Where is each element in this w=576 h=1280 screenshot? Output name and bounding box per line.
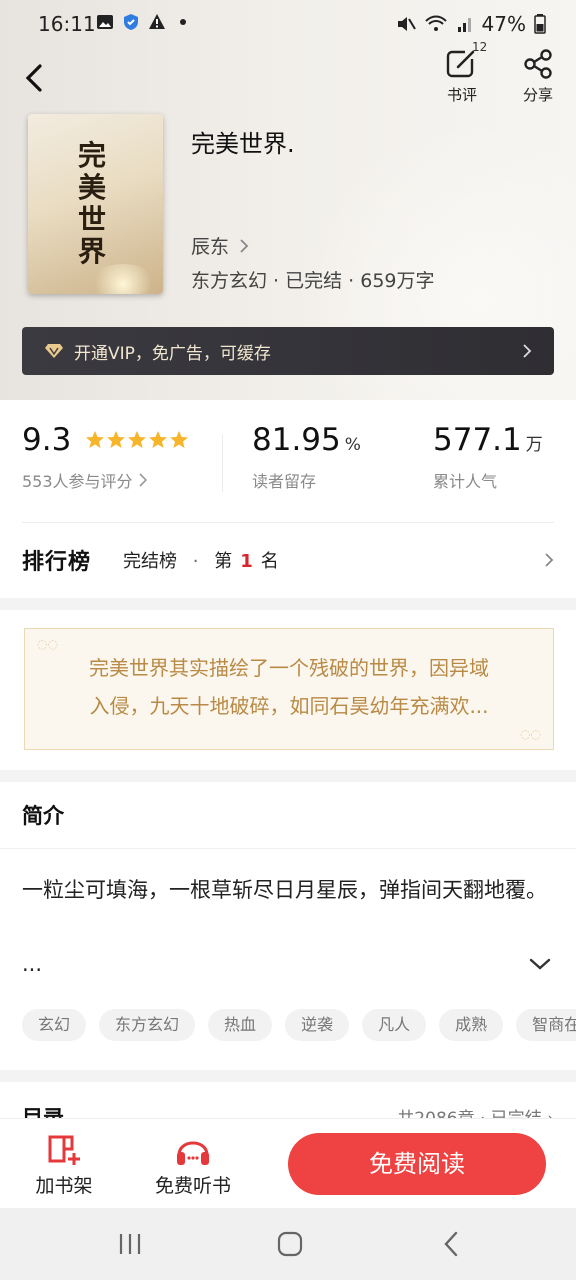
popularity-label: 累计人气: [433, 472, 498, 491]
intro-section: 简介 一粒尘可填海，一根草斩尽日月星辰，弹指间天翻地覆。 ... 玄幻 东方玄幻热…: [0, 782, 576, 1070]
author-name: 辰东: [191, 236, 230, 258]
system-nav-bar: [0, 1208, 576, 1280]
intro-divider: [0, 848, 576, 849]
star-icon: [170, 431, 189, 448]
vip-banner[interactable]: 开通VIP，免广告，可缓存: [22, 327, 554, 375]
popularity-unit: 万: [525, 435, 543, 455]
rating-count-label: 553人参与评分: [22, 472, 133, 491]
star-icon: [149, 431, 168, 448]
diamond-icon: [45, 344, 63, 358]
quote-card: ◌◌ 完美世界其实描绘了一个残破的世界，因异域 入侵，九天十地破碎，如同石昊幼年…: [0, 610, 576, 770]
ranking-logo: 排行榜: [22, 550, 92, 575]
retention-value: 81.95: [252, 422, 341, 458]
tag-chip[interactable]: 凡人: [362, 1009, 427, 1041]
signal-icon: [457, 18, 471, 32]
quote-line-2: 入侵，九天十地破碎，如同石昊幼年充满欢...: [89, 694, 489, 718]
notification-icons: [96, 13, 192, 31]
ranking-text: 完结榜 · 第1名: [123, 547, 279, 573]
intro-title: 简介: [22, 804, 64, 828]
read-button[interactable]: 免费阅读: [288, 1133, 546, 1195]
warning-icon: [149, 14, 165, 29]
popularity-value: 577.1: [433, 422, 522, 458]
book-meta: 东方玄幻 · 已完结 · 659万字: [191, 270, 435, 292]
gallery-icon: [97, 15, 113, 29]
ranking-list-name: 完结榜: [123, 551, 178, 572]
cover-glow: [88, 264, 158, 294]
tag-chip[interactable]: 智商在线: [516, 1009, 576, 1041]
system-icons: 47%: [396, 12, 546, 36]
stat-divider: [222, 434, 223, 492]
ranking-row[interactable]: 排行榜 完结榜 · 第1名: [22, 522, 554, 598]
ranking-number: 1: [240, 551, 253, 572]
review-count: 12: [472, 40, 488, 54]
vip-label: 开通VIP，免广告，可缓存: [74, 343, 271, 364]
back-nav-icon[interactable]: [438, 1230, 466, 1258]
rating-stat[interactable]: 9.3 553人参与评分: [22, 422, 189, 492]
share-button[interactable]: 分享: [508, 48, 568, 105]
rating-stars: [85, 430, 189, 450]
back-button[interactable]: [18, 58, 54, 98]
battery-text: 47%: [481, 12, 526, 36]
tag-chip[interactable]: 成熟: [439, 1009, 504, 1041]
review-label: 书评: [446, 86, 477, 104]
quote-line-1: 完美世界其实描绘了一个残破的世界，因异域: [89, 656, 489, 680]
rating-value: 9.3: [22, 422, 72, 458]
recents-icon[interactable]: [116, 1230, 144, 1258]
status-time: 16:11: [38, 12, 96, 36]
tag-chip[interactable]: 玄幻: [22, 1009, 87, 1041]
chevron-right-icon: [138, 473, 147, 487]
quote-box[interactable]: ◌◌ 完美世界其实描绘了一个残破的世界，因异域 入侵，九天十地破碎，如同石昊幼年…: [24, 628, 554, 750]
battery-icon: [534, 14, 546, 34]
star-icon: [86, 431, 105, 448]
tag-chip[interactable]: 热血: [208, 1009, 273, 1041]
cloud-ornament-icon: ◌◌: [520, 727, 541, 741]
intro-ellipsis: ...: [22, 952, 43, 976]
add-to-shelf-label: 加书架: [35, 1175, 93, 1197]
listen-label: 免费听书: [154, 1175, 231, 1197]
mute-icon: [397, 17, 416, 31]
chevron-right-icon: [523, 344, 532, 358]
cloud-ornament-icon: ◌◌: [37, 637, 58, 651]
status-bar: 16:11 47%: [0, 0, 576, 48]
chevron-right-icon: [545, 553, 554, 567]
add-to-shelf-button[interactable]: 加书架: [19, 1133, 109, 1198]
tag-list: 玄幻东方玄幻热血逆袭凡人成熟智商在线: [22, 1009, 576, 1041]
ranking-suffix: 名: [260, 551, 279, 572]
retention-stat: 81.95 % 读者留存: [252, 422, 361, 492]
shield-icon: [124, 14, 138, 30]
tag-chip[interactable]: 东方玄幻: [99, 1009, 196, 1041]
dot-icon: [180, 19, 186, 25]
ranking-dot: ·: [192, 551, 199, 572]
review-button[interactable]: 12 书评: [432, 40, 492, 105]
author-link[interactable]: 辰东: [191, 232, 249, 259]
book-cover[interactable]: 完美世界: [28, 114, 163, 294]
tag-chip[interactable]: 逆袭: [285, 1009, 350, 1041]
share-label: 分享: [522, 86, 553, 104]
retention-label: 读者留存: [252, 472, 317, 491]
bottom-action-bar: 加书架 免费听书 免费阅读: [0, 1118, 576, 1208]
share-icon: [524, 49, 552, 79]
popularity-stat: 577.1 万 累计人气: [433, 422, 543, 492]
book-header: 16:11 47% 12 书评 分享 完美世界 完美世界. 辰东 东方玄幻 · …: [0, 0, 576, 400]
add-bookshelf-icon: [48, 1135, 80, 1165]
wifi-icon: [424, 15, 447, 31]
chevron-right-icon: [240, 238, 249, 253]
star-icon: [128, 431, 147, 448]
stats-card: 9.3 553人参与评分 81.95 % 读者留存 577.1 万 累计人气 排…: [0, 400, 576, 598]
expand-chevron-icon[interactable]: [528, 956, 552, 972]
cover-title: 完美世界: [78, 139, 107, 268]
book-title: 完美世界.: [191, 130, 295, 158]
headphones-icon: [177, 1141, 209, 1165]
listen-button[interactable]: 免费听书: [148, 1133, 238, 1198]
star-icon: [107, 431, 126, 448]
ranking-prefix: 第: [214, 551, 233, 572]
retention-unit: %: [344, 435, 361, 455]
intro-text: 一粒尘可填海，一根草斩尽日月星辰，弹指间天翻地覆。: [22, 878, 547, 902]
home-icon[interactable]: [276, 1230, 304, 1258]
